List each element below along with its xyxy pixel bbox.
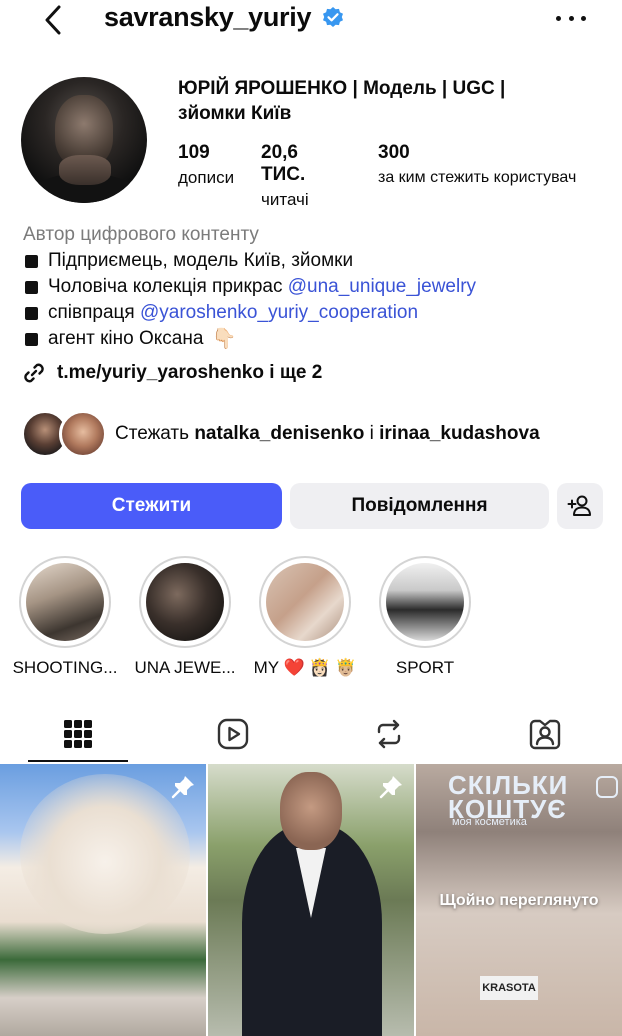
post-sign-text: KRASOTA xyxy=(480,976,538,1000)
posts-grid: СКІЛЬКИ КОШТУЄ моя косметика Щойно перег… xyxy=(0,764,622,1036)
follow-button[interactable]: Стежити xyxy=(21,483,282,529)
tab-reels[interactable] xyxy=(155,706,310,762)
profile-category: Автор цифрового контенту xyxy=(23,224,259,245)
link-icon xyxy=(24,363,44,383)
profile-external-link[interactable]: t.me/yuriy_yaroshenko і ще 2 xyxy=(21,360,322,386)
bio-line: Чоловіча колекція прикрас @una_unique_je… xyxy=(23,274,603,300)
play-icon xyxy=(596,776,618,798)
highlight-label: MY ❤️ 👸🏻 🤴🏼 xyxy=(253,658,357,677)
tab-posts-grid[interactable] xyxy=(0,706,155,762)
highlight-label: SPORT xyxy=(395,658,455,677)
profile-display-name: ЮРІЙ ЯРОШЕНКО | Модель | UGC | зйомки Ки… xyxy=(178,78,506,124)
chevron-left-icon xyxy=(45,5,61,35)
profile-link-text: t.me/yuriy_yaroshenko і ще 2 xyxy=(57,362,323,383)
highlight-label: UNA JEWE... xyxy=(134,658,236,677)
bio-line: агент кіно Оксана 👇🏻 xyxy=(23,326,603,352)
bio-line: Підприємець, модель Київ, зйомки xyxy=(23,248,603,274)
followers-count[interactable]: 20,6 ТИС. читачі xyxy=(261,142,309,212)
bio-line-text: Чоловіча колекція прикрас xyxy=(48,276,288,297)
profile-avatar[interactable] xyxy=(21,77,147,203)
grid-icon xyxy=(63,720,92,748)
highlight-label: SHOOTING... xyxy=(12,658,118,677)
more-options-button[interactable] xyxy=(556,8,586,28)
pin-icon xyxy=(379,776,402,799)
highlight-cover xyxy=(26,563,104,641)
story-highlight[interactable]: UNA JEWE... xyxy=(131,556,239,678)
follower-username: natalka_denisenko xyxy=(194,423,365,444)
following-count[interactable]: 300 за ким стежить користувач xyxy=(378,142,576,190)
highlight-cover xyxy=(386,563,464,641)
posts-count[interactable]: 109 дописи xyxy=(178,142,234,190)
reels-icon xyxy=(217,718,248,750)
mention-link[interactable]: @una_unique_jewelry xyxy=(288,274,476,300)
following-count-value: 300 xyxy=(378,142,410,163)
username-header: savransky_yuriy xyxy=(104,2,345,33)
posts-count-value: 109 xyxy=(178,142,210,163)
dot-icon xyxy=(568,15,574,21)
follower-avatar xyxy=(59,410,107,458)
post-brand-subtitle: моя косметика xyxy=(452,816,527,828)
active-tab-indicator xyxy=(28,760,128,762)
tab-tagged[interactable] xyxy=(467,706,622,762)
bio-line: співпраця @yaroshenko_yuriy_cooperation xyxy=(23,300,603,326)
black-square-icon xyxy=(25,254,38,268)
pin-icon xyxy=(171,776,194,799)
tab-reposts[interactable] xyxy=(311,706,466,762)
top-bar: savransky_yuriy xyxy=(0,0,622,44)
followed-by-text: Стежать natalka_denisenko і irinaa_kudas… xyxy=(115,423,540,444)
add-user-icon xyxy=(567,495,591,516)
profile-bio: Автор цифрового контенту Підприємець, мо… xyxy=(23,222,603,352)
username-title: savransky_yuriy xyxy=(104,2,312,32)
followers-count-label: читачі xyxy=(261,190,309,209)
following-count-label: за ким стежить користувач xyxy=(378,169,577,186)
post-thumbnail[interactable] xyxy=(208,764,414,1036)
pointing-down-emoji: 👇🏻 xyxy=(211,328,237,350)
bio-line-text: Підприємець, модель Київ, зйомки xyxy=(48,250,354,271)
suggest-users-button[interactable] xyxy=(557,483,603,529)
black-square-icon xyxy=(25,280,38,294)
message-button[interactable]: Повідомлення xyxy=(290,483,549,529)
repost-icon xyxy=(377,719,400,749)
highlight-cover xyxy=(266,563,344,641)
bio-line-text: співпраця xyxy=(48,302,140,323)
tagged-person-icon xyxy=(529,719,560,750)
highlight-cover xyxy=(146,563,224,641)
story-highlight[interactable]: SPORT xyxy=(371,556,479,678)
story-highlight[interactable]: SHOOTING... xyxy=(11,556,119,678)
back-button[interactable] xyxy=(38,4,68,36)
mention-link[interactable]: @yaroshenko_yuriy_cooperation xyxy=(140,300,418,326)
dot-icon xyxy=(556,15,561,21)
post-thumbnail[interactable]: СКІЛЬКИ КОШТУЄ моя косметика Щойно перег… xyxy=(416,764,622,1036)
bio-line-text: агент кіно Оксана xyxy=(48,328,204,349)
follower-username: irinaa_kudashova xyxy=(379,423,540,444)
post-thumbnail[interactable] xyxy=(0,764,206,1036)
verified-badge-icon xyxy=(323,6,344,27)
story-highlight[interactable]: MY ❤️ 👸🏻 🤴🏼 xyxy=(251,556,359,678)
followers-count-value: 20,6 ТИС. xyxy=(261,142,306,185)
dot-icon xyxy=(581,15,586,21)
profile-tabs xyxy=(0,706,622,762)
posts-count-label: дописи xyxy=(178,168,235,187)
followed-by[interactable]: Стежать natalka_denisenko і irinaa_kudas… xyxy=(21,410,540,458)
black-square-icon xyxy=(25,306,38,320)
black-square-icon xyxy=(25,332,38,346)
recently-viewed-label: Щойно переглянуто xyxy=(439,892,599,909)
